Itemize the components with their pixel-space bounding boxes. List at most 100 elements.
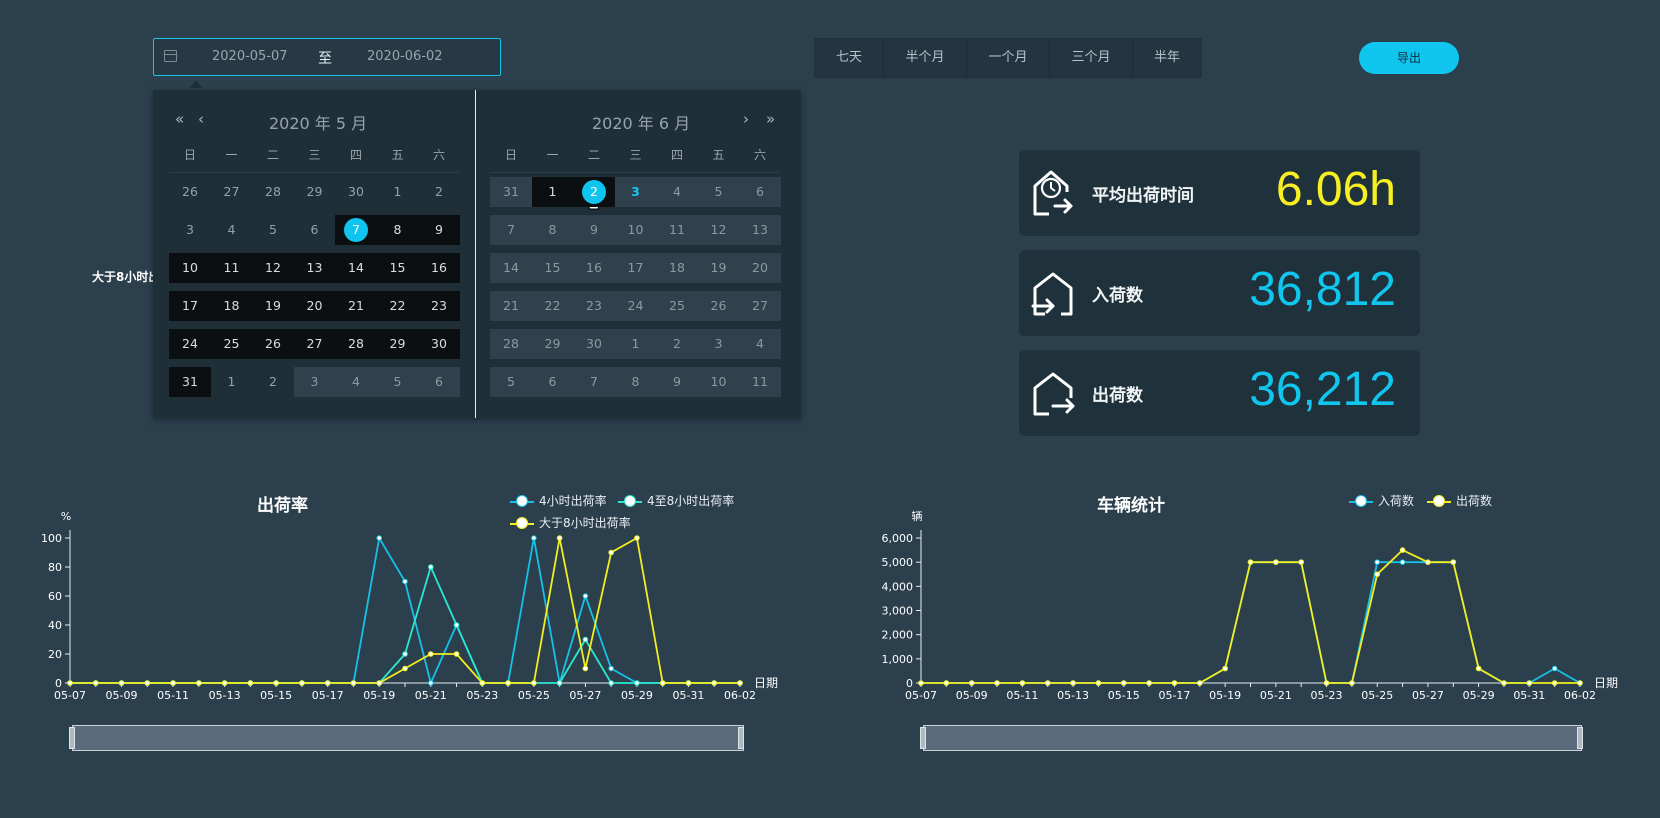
calendar-day[interactable]: 10	[169, 253, 211, 283]
calendar-day[interactable]: 16	[418, 253, 460, 283]
calendar-day[interactable]: 9	[573, 215, 615, 245]
range-7-days-button[interactable]: 七天	[815, 39, 884, 77]
end-date[interactable]: 2020-06-02	[367, 49, 443, 64]
calendar-day[interactable]: 23	[418, 291, 460, 321]
export-button[interactable]: 导出	[1359, 42, 1459, 74]
prev-year-icon[interactable]: «	[175, 110, 184, 128]
calendar-day[interactable]: 6	[739, 177, 781, 207]
calendar-day[interactable]: 28	[252, 177, 294, 207]
calendar-day[interactable]: 26	[252, 329, 294, 359]
calendar-day[interactable]: 3	[614, 177, 657, 207]
range-half-month-button[interactable]: 半个月	[884, 39, 967, 77]
calendar-day[interactable]: 4	[656, 177, 698, 207]
calendar-day[interactable]: 9	[656, 367, 698, 397]
calendar-day[interactable]: 8	[614, 367, 657, 397]
calendar-day[interactable]: 11	[739, 367, 781, 397]
calendar-day[interactable]: 14	[335, 253, 377, 283]
calendar-day[interactable]: 1	[531, 177, 574, 207]
calendar-day[interactable]: 2	[656, 329, 698, 359]
calendar-day[interactable]: 29	[376, 329, 419, 359]
calendar-day[interactable]: 3	[169, 215, 211, 245]
slider-left-handle[interactable]	[920, 727, 926, 749]
calendar-day[interactable]: 30	[573, 329, 615, 359]
calendar-day[interactable]: 6	[418, 367, 460, 397]
calendar-day[interactable]: 27	[739, 291, 781, 321]
slider-left-handle[interactable]	[69, 727, 75, 749]
calendar-day[interactable]: 30	[335, 177, 377, 207]
calendar-day[interactable]: 5	[252, 215, 294, 245]
calendar-day[interactable]: 15	[376, 253, 419, 283]
calendar-day[interactable]: 25	[210, 329, 253, 359]
calendar-day[interactable]: 17	[169, 291, 211, 321]
calendar-day[interactable]: 17	[614, 253, 657, 283]
next-year-icon[interactable]: »	[766, 110, 775, 128]
range-three-months-button[interactable]: 三个月	[1050, 39, 1133, 77]
calendar-day[interactable]: 2	[573, 177, 615, 207]
calendar-day[interactable]: 30	[418, 329, 460, 359]
calendar-day[interactable]: 7	[490, 215, 532, 245]
calendar-day[interactable]: 28	[490, 329, 532, 359]
calendar-day[interactable]: 11	[210, 253, 253, 283]
x-zoom-slider[interactable]	[72, 725, 744, 751]
calendar-day[interactable]: 14	[490, 253, 532, 283]
calendar-day[interactable]: 2	[252, 367, 294, 397]
calendar-day[interactable]: 7	[335, 215, 377, 245]
calendar-day[interactable]: 29	[294, 177, 336, 207]
calendar-day[interactable]: 2	[418, 177, 460, 207]
x-zoom-slider[interactable]	[923, 725, 1582, 751]
calendar-day[interactable]: 18	[210, 291, 253, 321]
calendar-day[interactable]: 21	[490, 291, 532, 321]
calendar-day[interactable]: 6	[294, 215, 336, 245]
calendar-day[interactable]: 12	[697, 215, 740, 245]
calendar-day[interactable]: 5	[490, 367, 532, 397]
range-one-month-button[interactable]: 一个月	[967, 39, 1050, 77]
calendar-day[interactable]: 4	[335, 367, 377, 397]
date-range-input[interactable]: 2020-05-07 至 2020-06-02	[153, 38, 501, 76]
calendar-day[interactable]: 24	[169, 329, 211, 359]
calendar-day[interactable]: 28	[335, 329, 377, 359]
slider-right-handle[interactable]	[738, 727, 744, 749]
prev-month-icon[interactable]: ‹	[198, 110, 204, 128]
calendar-day[interactable]: 31	[490, 177, 532, 207]
calendar-day[interactable]: 9	[418, 215, 460, 245]
next-month-icon[interactable]: ›	[743, 110, 749, 128]
calendar-day[interactable]: 1	[377, 177, 419, 207]
calendar-day[interactable]: 5	[697, 177, 740, 207]
calendar-day[interactable]: 4	[211, 215, 253, 245]
calendar-day[interactable]: 19	[697, 253, 740, 283]
calendar-day[interactable]: 18	[656, 253, 698, 283]
calendar-day[interactable]: 10	[697, 367, 740, 397]
calendar-day[interactable]: 24	[614, 291, 657, 321]
calendar-day[interactable]: 21	[335, 291, 377, 321]
calendar-day[interactable]: 8	[376, 215, 419, 245]
slider-right-handle[interactable]	[1577, 727, 1583, 749]
calendar-day[interactable]: 25	[656, 291, 698, 321]
calendar-day[interactable]: 4	[739, 329, 781, 359]
calendar-day[interactable]: 8	[531, 215, 574, 245]
start-date[interactable]: 2020-05-07	[212, 49, 288, 64]
calendar-day[interactable]: 3	[293, 367, 336, 397]
calendar-day[interactable]: 23	[573, 291, 615, 321]
calendar-day[interactable]: 3	[697, 329, 740, 359]
calendar-day[interactable]: 1	[614, 329, 657, 359]
calendar-day[interactable]: 11	[656, 215, 698, 245]
calendar-day[interactable]: 10	[614, 215, 657, 245]
calendar-day[interactable]: 22	[531, 291, 574, 321]
calendar-day[interactable]: 31	[169, 367, 211, 397]
calendar-day[interactable]: 1	[211, 367, 253, 397]
calendar-day[interactable]: 7	[573, 367, 615, 397]
calendar-day[interactable]: 27	[211, 177, 253, 207]
calendar-day[interactable]: 13	[739, 215, 781, 245]
calendar-day[interactable]: 20	[293, 291, 336, 321]
calendar-day[interactable]: 6	[531, 367, 574, 397]
calendar-day[interactable]: 12	[252, 253, 294, 283]
calendar-day[interactable]: 16	[573, 253, 615, 283]
calendar-day[interactable]: 27	[293, 329, 336, 359]
calendar-day[interactable]: 22	[376, 291, 419, 321]
calendar-day[interactable]: 26	[169, 177, 211, 207]
calendar-day[interactable]: 20	[739, 253, 781, 283]
range-half-year-button[interactable]: 半年	[1133, 39, 1201, 77]
calendar-day[interactable]: 26	[697, 291, 740, 321]
calendar-day[interactable]: 13	[293, 253, 336, 283]
calendar-day[interactable]: 5	[376, 367, 419, 397]
